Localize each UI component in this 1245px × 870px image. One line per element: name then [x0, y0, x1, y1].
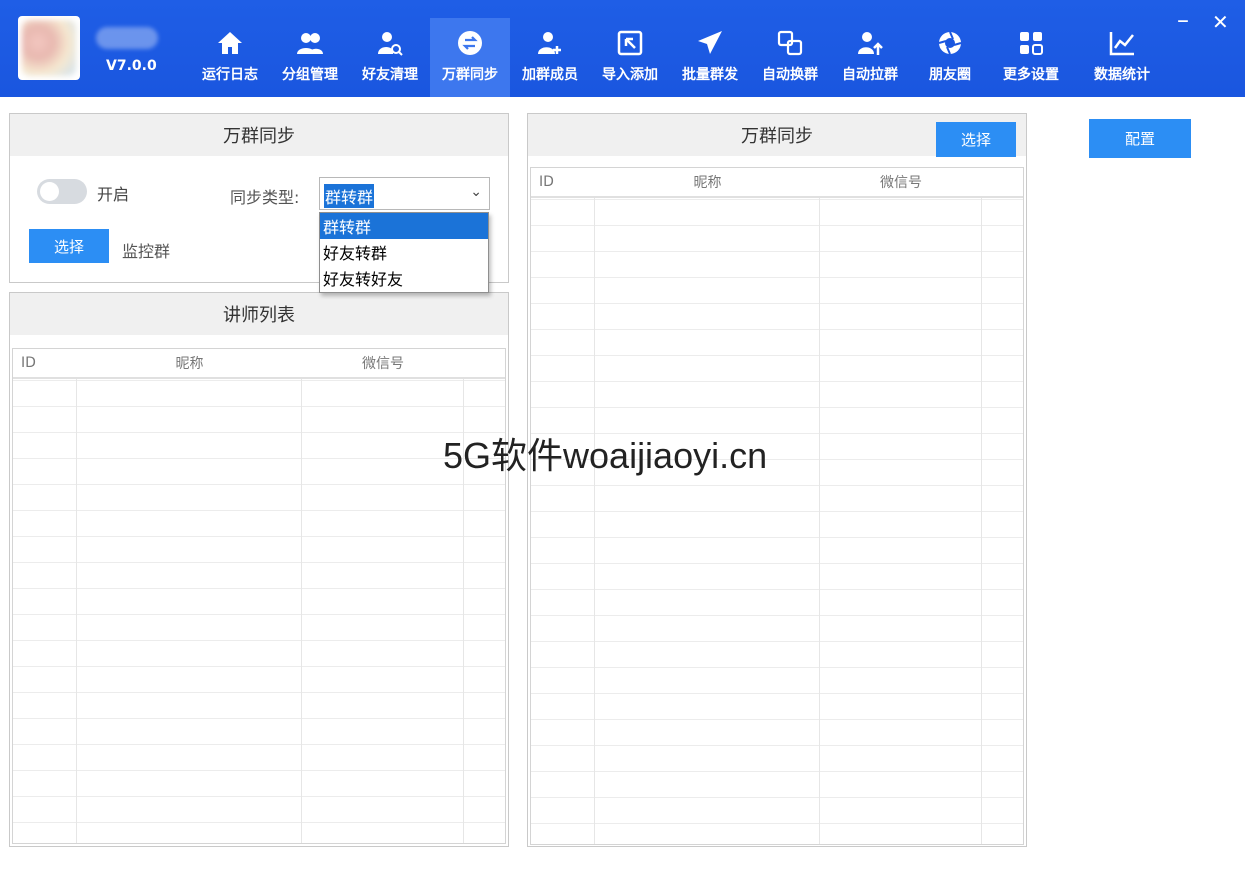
nav-group-sync[interactable]: 万群同步: [430, 18, 510, 97]
teacher-table[interactable]: ID 昵称 微信号: [12, 348, 506, 844]
nav-label: 好友清理: [362, 67, 418, 83]
sync-type-label: 同步类型:: [230, 188, 300, 207]
config-button[interactable]: 配置: [1089, 119, 1191, 158]
col-wechat-id: 微信号: [880, 175, 922, 191]
col-nickname: 昵称: [175, 356, 204, 372]
nav-label: 朋友圈: [929, 67, 971, 83]
select-groups-button[interactable]: 选择: [936, 122, 1016, 157]
chevron-down-icon: ⌄: [470, 184, 482, 200]
nav-label: 更多设置: [1003, 67, 1059, 83]
teacher-list-panel: 讲师列表 ID 昵称 微信号: [9, 292, 509, 847]
sync-type-value: 群转群: [324, 184, 375, 208]
nav-label: 导入添加: [602, 67, 658, 83]
username-blurred: [96, 27, 158, 49]
nav-label: 数据统计: [1094, 67, 1150, 83]
panel-title: 万群同步: [10, 114, 508, 156]
nav-more-settings[interactable]: 更多设置: [990, 18, 1072, 97]
table-header: ID 昵称 微信号: [13, 349, 505, 379]
nav-data-stats[interactable]: 数据统计: [1072, 18, 1172, 97]
enable-toggle[interactable]: [37, 179, 87, 204]
send-icon: [698, 31, 722, 54]
aperture-icon: [938, 31, 962, 55]
title-bar: V7.0.0 运行日志 分组管理 好友清理 万群同步 加群成员 导入添加 批量群: [0, 0, 1245, 97]
group-sync-panel: 万群同步 选择 ID 昵称 微信号: [527, 113, 1027, 847]
col-nickname: 昵称: [693, 175, 722, 191]
toggle-knob: [40, 182, 59, 201]
col-id: ID: [539, 174, 554, 190]
dropdown-option[interactable]: 好友转好友: [320, 265, 488, 291]
user-add-icon: [538, 32, 561, 54]
nav-auto-swap-group[interactable]: 自动换群: [750, 18, 830, 97]
main-nav: 运行日志 分组管理 好友清理 万群同步 加群成员 导入添加 批量群发 自动换群: [190, 18, 1172, 97]
nav-label: 自动换群: [762, 67, 818, 83]
grid-icon: [1020, 32, 1043, 55]
nav-label: 批量群发: [682, 67, 738, 83]
sync-type-select[interactable]: 群转群 ⌄: [319, 177, 490, 210]
col-id: ID: [21, 355, 36, 371]
nav-label: 自动拉群: [842, 67, 898, 83]
nav-bulk-send[interactable]: 批量群发: [670, 18, 750, 97]
nav-label: 分组管理: [282, 67, 338, 83]
nav-moments[interactable]: 朋友圈: [910, 18, 990, 97]
nav-group-manage[interactable]: 分组管理: [270, 18, 350, 97]
import-icon: [617, 30, 643, 56]
minimize-button[interactable]: –: [1177, 6, 1189, 34]
nav-label: 加群成员: [522, 67, 578, 83]
pull-user-icon: [858, 32, 883, 55]
nav-label: 万群同步: [442, 67, 498, 83]
table-body: [13, 380, 505, 843]
panel-title: 讲师列表: [10, 293, 508, 335]
nav-label: 运行日志: [202, 67, 258, 83]
avatar[interactable]: [18, 16, 80, 80]
sync-icon: [458, 31, 482, 55]
nav-friend-clean[interactable]: 好友清理: [350, 18, 430, 97]
nav-import-add[interactable]: 导入添加: [590, 18, 670, 97]
chart-icon: [1109, 32, 1134, 56]
version-label: V7.0.0: [106, 58, 157, 74]
nav-add-members[interactable]: 加群成员: [510, 18, 590, 97]
panel-title: 万群同步 选择: [528, 114, 1026, 157]
close-button[interactable]: ✕: [1212, 10, 1229, 34]
sync-type-dropdown: 群转群 好友转群 好友转好友: [319, 212, 489, 293]
monitor-group-label: 监控群: [122, 242, 171, 261]
user-search-icon: [378, 32, 403, 56]
col-wechat-id: 微信号: [362, 356, 404, 372]
nav-run-log[interactable]: 运行日志: [190, 18, 270, 97]
swap-icon: [777, 30, 803, 56]
nav-auto-pull-group[interactable]: 自动拉群: [830, 18, 910, 97]
dropdown-option[interactable]: 群转群: [320, 213, 488, 239]
table-body: [531, 199, 1023, 844]
panel-title-text: 万群同步: [741, 126, 813, 147]
enable-label: 开启: [97, 185, 130, 204]
home-icon: [218, 32, 242, 54]
table-header: ID 昵称 微信号: [531, 168, 1023, 198]
watermark-text: 5G软件woaijiaoyi.cn: [443, 435, 768, 476]
select-monitor-group-button[interactable]: 选择: [29, 229, 109, 263]
dropdown-option[interactable]: 好友转群: [320, 239, 488, 265]
group-table[interactable]: ID 昵称 微信号: [530, 167, 1024, 845]
users-icon: [297, 33, 323, 54]
